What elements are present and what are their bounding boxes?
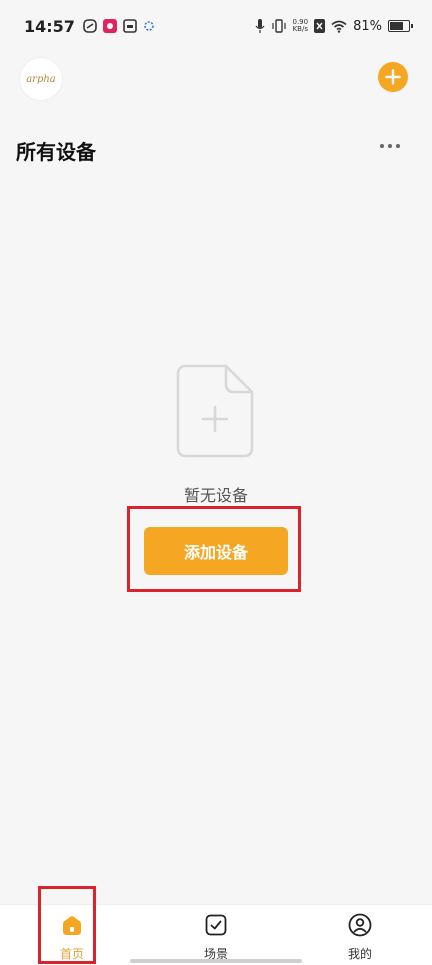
tab-me[interactable]: 我的 <box>315 905 405 965</box>
checkbox-icon <box>205 914 227 936</box>
add-device-button[interactable]: 添加设备 <box>144 527 288 575</box>
vibrate-icon <box>271 19 286 33</box>
status-bar: 14:57 0.90 KB/s 81% <box>0 0 432 52</box>
status-time: 14:57 <box>24 16 75 36</box>
mic-icon <box>255 19 264 33</box>
title-row: 所有设备 <box>0 132 432 168</box>
tab-scene[interactable]: 场景 <box>171 905 261 965</box>
app-icon-2 <box>102 19 117 33</box>
app-icon-3 <box>123 19 137 33</box>
more-dots-icon <box>388 144 392 148</box>
tab-label-me: 我的 <box>347 947 372 961</box>
user-circle-icon <box>348 913 372 937</box>
top-header: arpha <box>0 52 432 104</box>
status-left: 14:57 <box>24 17 155 36</box>
net-speed: 0.90 KB/s <box>293 19 309 33</box>
highlight-box-home-tab <box>38 886 96 964</box>
plus-icon <box>385 69 401 85</box>
app-icon-1 <box>83 19 97 33</box>
empty-document-icon <box>176 364 254 458</box>
wifi-icon <box>331 20 347 33</box>
battery-icon <box>388 20 413 32</box>
status-right: 0.90 KB/s 81% <box>255 18 413 34</box>
page-title: 所有设备 <box>16 140 96 164</box>
more-dots-icon <box>380 144 384 148</box>
battery-percent: 81% <box>353 18 382 34</box>
sim-off-icon <box>314 19 326 33</box>
empty-state-text: 暂无设备 <box>183 486 248 505</box>
add-button[interactable] <box>378 62 408 92</box>
app-icon-4 <box>144 21 154 31</box>
net-speed-unit: KB/s <box>292 25 308 33</box>
gesture-home-indicator[interactable] <box>130 959 302 963</box>
more-button[interactable] <box>380 144 400 148</box>
more-dots-icon <box>396 144 400 148</box>
user-avatar[interactable]: arpha <box>19 57 63 101</box>
